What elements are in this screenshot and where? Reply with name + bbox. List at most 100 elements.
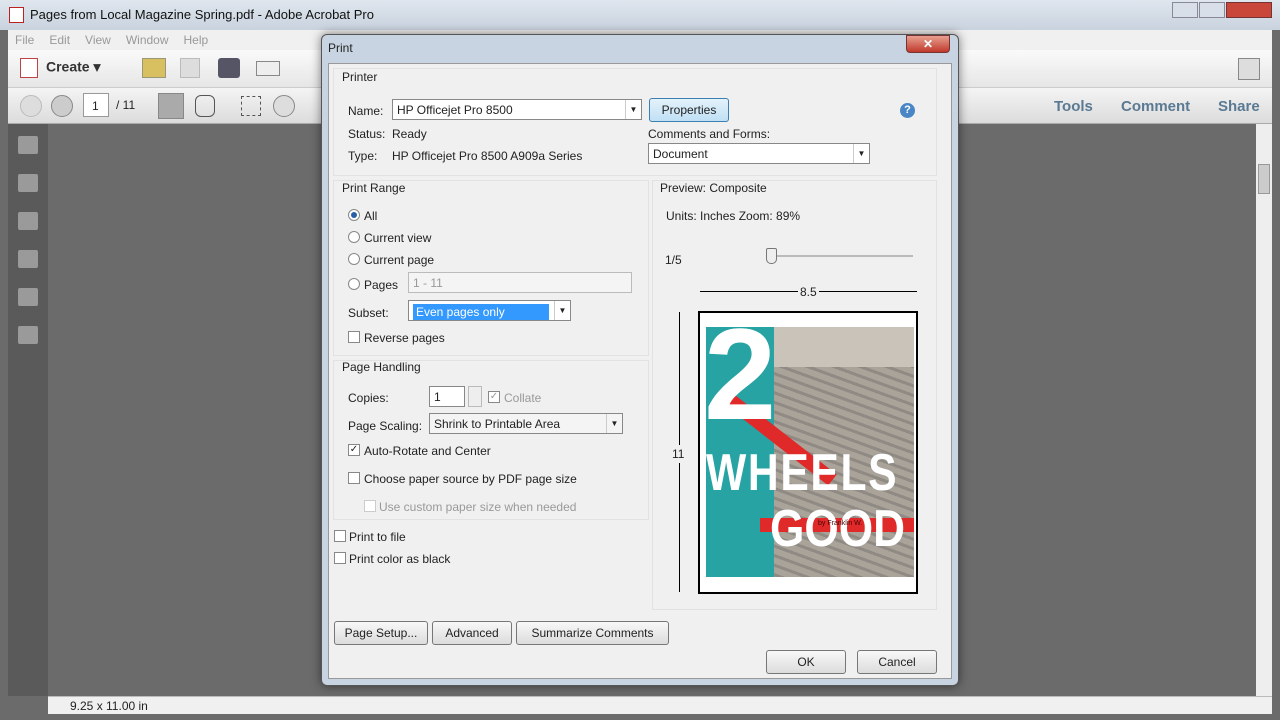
dialog-close-button[interactable]: ✕ <box>906 35 950 53</box>
comment-link[interactable]: Comment <box>1121 98 1190 115</box>
paper-source-checkbox[interactable] <box>348 472 360 484</box>
title-bar: Pages from Local Magazine Spring.pdf - A… <box>0 0 1280 30</box>
print-black-label: Print color as black <box>349 552 451 566</box>
page-scaling-select[interactable]: Shrink to Printable Area ▼ <box>429 413 623 434</box>
radio-all[interactable] <box>348 209 360 221</box>
hand-tool-icon[interactable] <box>195 95 215 117</box>
reverse-pages-label: Reverse pages <box>364 331 445 345</box>
previous-page-icon[interactable] <box>20 95 42 117</box>
page-preview: 2 WHEELS GOOD by Franklin W. <box>698 311 918 594</box>
auto-rotate-checkbox[interactable]: ✓ <box>348 444 360 456</box>
minimize-button[interactable] <box>1172 2 1198 18</box>
page-total: / 11 <box>116 98 136 112</box>
expand-icon[interactable] <box>1238 58 1260 80</box>
chevron-down-icon: ▼ <box>606 414 622 433</box>
custom-paper-checkbox[interactable] <box>364 500 376 512</box>
name-label: Name: <box>348 104 384 118</box>
menu-help[interactable]: Help <box>184 33 209 47</box>
summarize-comments-button[interactable]: Summarize Comments <box>516 621 669 645</box>
navigation-panel <box>8 124 48 696</box>
comments-forms-value: Document <box>653 147 708 161</box>
print-to-file-label: Print to file <box>349 530 406 544</box>
type-value: HP Officejet Pro 8500 A909a Series <box>392 149 583 163</box>
print-icon[interactable] <box>218 58 240 78</box>
radio-pages[interactable] <box>348 278 360 290</box>
menu-file[interactable]: File <box>15 33 34 47</box>
share-link[interactable]: Share <box>1218 98 1260 115</box>
subset-label: Subset: <box>348 306 389 320</box>
ok-button[interactable]: OK <box>766 650 846 674</box>
print-black-checkbox[interactable] <box>334 552 346 564</box>
maximize-button[interactable] <box>1199 2 1225 18</box>
page-number-input[interactable]: 1 <box>83 93 109 117</box>
copies-stepper[interactable] <box>468 386 482 407</box>
menu-window[interactable]: Window <box>126 33 169 47</box>
comments-forms-select[interactable]: Document ▼ <box>648 143 870 164</box>
pages-input[interactable]: 1 - 11 <box>408 272 632 293</box>
dialog-body: Printer Name: HP Officejet Pro 8500 ▼ Pro… <box>328 63 952 679</box>
custom-paper-label: Use custom paper size when needed <box>379 500 577 514</box>
save-icon[interactable] <box>180 58 200 78</box>
radio-current-view[interactable] <box>348 231 360 243</box>
select-tool-icon[interactable] <box>158 93 184 119</box>
vertical-scrollbar[interactable] <box>1256 124 1272 696</box>
attachments-icon[interactable] <box>18 212 38 230</box>
marquee-zoom-icon[interactable] <box>241 96 261 116</box>
create-button[interactable]: Create ▾ <box>20 58 101 78</box>
collate-checkbox[interactable]: ✓ <box>488 391 500 403</box>
current-view-label: Current view <box>364 231 432 245</box>
comments-forms-label: Comments and Forms: <box>648 127 771 141</box>
layers-icon[interactable] <box>18 250 38 268</box>
copies-input[interactable]: 1 <box>429 386 465 407</box>
email-icon[interactable] <box>256 61 280 76</box>
chevron-down-icon: ▼ <box>554 301 570 320</box>
reverse-pages-checkbox[interactable] <box>348 331 360 343</box>
type-label: Type: <box>348 149 378 163</box>
print-dialog: Print ✕ Printer Name: HP Officejet Pro 8… <box>321 34 959 686</box>
preview-page-slider-thumb[interactable] <box>766 248 777 264</box>
preview-page-slider-track[interactable] <box>769 255 913 257</box>
status-label: Status: <box>348 127 386 141</box>
subset-value: Even pages only <box>413 304 549 320</box>
print-to-file-checkbox[interactable] <box>334 530 346 542</box>
cover-title-2: GOOD <box>770 500 906 558</box>
current-page-label: Current page <box>364 253 435 267</box>
printer-group-label: Printer <box>342 70 378 84</box>
help-icon[interactable]: ? <box>900 103 915 118</box>
printer-name-select[interactable]: HP Officejet Pro 8500 ▼ <box>392 99 642 120</box>
cover-title-1: WHEELS <box>706 444 899 502</box>
auto-rotate-label: Auto-Rotate and Center <box>364 444 491 458</box>
page-handling-label: Page Handling <box>342 360 421 374</box>
create-icon <box>20 58 38 78</box>
chevron-down-icon: ▼ <box>625 100 641 119</box>
cover-byline: by Franklin W. <box>818 520 863 527</box>
page-setup-button[interactable]: Page Setup... <box>334 621 428 645</box>
zoom-out-icon[interactable] <box>273 95 295 117</box>
cancel-button[interactable]: Cancel <box>857 650 937 674</box>
bookmarks-icon[interactable] <box>18 174 38 192</box>
advanced-button[interactable]: Advanced <box>432 621 512 645</box>
units-zoom-label: Units: Inches Zoom: 89% <box>666 209 801 223</box>
window-title: Pages from Local Magazine Spring.pdf - A… <box>30 7 374 22</box>
close-window-button[interactable] <box>1226 2 1272 18</box>
page-scaling-value: Shrink to Printable Area <box>434 417 561 431</box>
pages-icon[interactable] <box>18 136 38 154</box>
radio-current-page[interactable] <box>348 253 360 265</box>
acrobat-icon <box>9 7 24 23</box>
preview-label: Preview: Composite <box>660 181 767 195</box>
collate-label: Collate <box>504 391 542 405</box>
cover-number: 2 <box>704 311 777 447</box>
page-handling-group <box>333 360 649 520</box>
subset-select[interactable]: Even pages only ▼ <box>408 300 571 321</box>
status-value: Ready <box>392 127 427 141</box>
open-icon[interactable] <box>142 58 166 78</box>
tools-link[interactable]: Tools <box>1054 98 1093 115</box>
menu-view[interactable]: View <box>85 33 111 47</box>
pages-label: Pages <box>364 278 399 292</box>
menu-edit[interactable]: Edit <box>49 33 70 47</box>
dialog-title: Print <box>328 41 353 55</box>
tags-icon[interactable] <box>18 326 38 344</box>
properties-button[interactable]: Properties <box>649 98 729 122</box>
next-page-icon[interactable] <box>51 95 73 117</box>
signatures-icon[interactable] <box>18 288 38 306</box>
